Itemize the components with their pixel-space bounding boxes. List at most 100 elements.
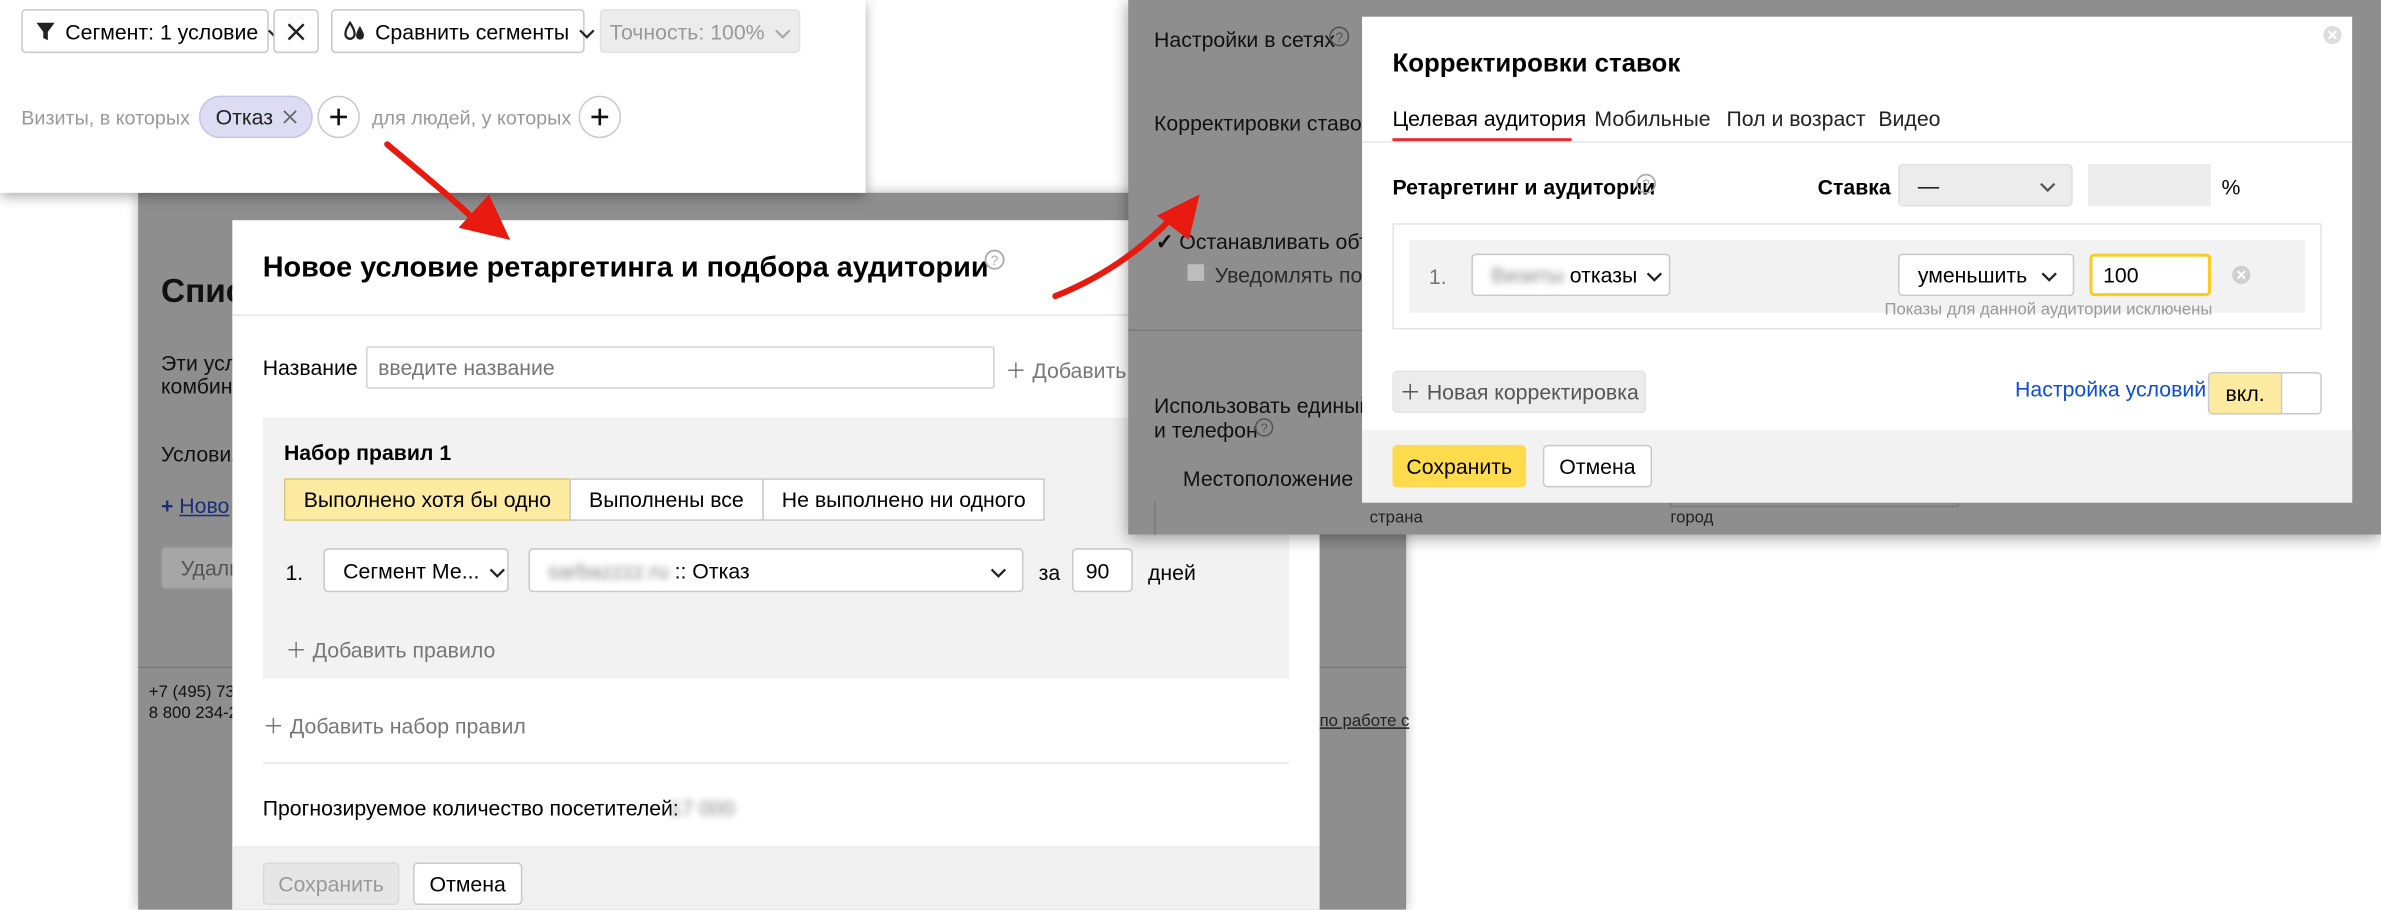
cancel-button[interactable]: Отмена [1542,444,1653,488]
dialog-title: Корректировки ставок [1392,48,1681,78]
clear-segment-button[interactable] [273,9,319,54]
name-input[interactable] [365,346,995,389]
remove-icon[interactable] [2231,264,2252,285]
bid-select[interactable]: — [1898,163,2073,207]
option-none[interactable]: Не выполнено ни одного [761,478,1046,521]
compare-segments-label: Сравнить сегменты [375,18,570,44]
notify-label: Уведомлять по С [1214,262,1384,287]
new-condition-link-text: Ново [179,493,230,518]
accuracy-select[interactable]: Точность: 100% [599,9,801,54]
bid-adjust-label: Корректировки ставок [1154,110,1372,136]
save-button[interactable]: Сохранить [1392,444,1527,488]
save-button-disabled[interactable]: Сохранить [262,862,400,906]
filter-icon [35,20,56,41]
tabs-divider [1362,141,2353,143]
rule-goal-blurred: sarbazzzz.ru [548,558,669,583]
help-icon[interactable]: ? [1254,418,1274,438]
add-description-link[interactable]: ＋ Добавить [1005,355,1126,385]
location-frame [1154,501,1156,535]
ruleset-title: Набор правил 1 [283,440,452,465]
option-all[interactable]: Выполнены все [569,478,764,521]
days-label: дней [1147,560,1196,585]
help-icon[interactable]: ? [1635,173,1656,194]
help-icon[interactable]: ? [1329,26,1350,47]
audience-select[interactable]: Визиты отказы [1471,253,1671,297]
row-index: 1. [1428,264,1447,289]
chevron-down-icon [578,19,595,43]
rule-type-select[interactable]: Сегмент Ме... [323,548,509,593]
chevron-down-icon [2041,263,2058,287]
enable-toggle[interactable]: вкл. [2207,372,2322,415]
notify-checkbox[interactable] [1185,262,1206,283]
rule-goal-value: sarbazzzz.ru :: Отказ [548,558,750,582]
adjustment-row: 1. Визиты отказы уменьшить 100 Показы дл… [1409,239,2306,319]
help-icon[interactable]: ? [984,249,1005,270]
single-contact-line1: Использовать единый [1154,393,1372,418]
tab-mobile[interactable]: Мобильные [1594,106,1710,130]
add-ruleset-text: Добавить набор правил [289,713,526,738]
rule-goal-select[interactable]: sarbazzzz.ru :: Отказ [528,548,1024,593]
add-rule-link[interactable]: ＋ Добавить правило [285,635,495,665]
tab-target-audience[interactable]: Целевая аудитория [1392,106,1586,130]
plus-icon [591,108,609,126]
dialog-footer: Сохранить Отмена [232,845,1320,910]
name-label: Название [262,355,358,380]
conditions-label: Условия [160,441,243,467]
add-ruleset-link[interactable]: ＋ Добавить набор правил [263,711,526,741]
toggle-on-label: вкл. [2209,373,2281,414]
new-adjustment-label: Новая корректировка [1426,379,1639,404]
plus-icon [330,108,348,126]
stop-label: Останавливать объ [1179,229,1373,254]
add-people-condition-button[interactable] [578,95,622,139]
tab-gender-age[interactable]: Пол и возраст [1727,106,1866,130]
action-select[interactable]: уменьшить [1898,253,2075,297]
bid-adjustments-dialog: Корректировки ставок Целевая аудитория М… [1362,16,2353,503]
bid-select-value: — [1917,173,1940,198]
tab-video[interactable]: Видео [1878,106,1940,130]
close-icon [287,22,305,40]
for-label: за [1038,560,1061,585]
bid-label: Ставка [1817,174,1891,199]
drops-icon [343,20,367,41]
rule-goal-suffix: :: Отказ [674,558,750,583]
audience-value: Визиты отказы [1491,263,1637,287]
condition-chip[interactable]: Отказ [198,95,313,139]
people-label: для людей, у которых [372,106,572,130]
svg-text:?: ? [1336,30,1344,45]
close-icon[interactable] [282,109,297,124]
add-rule-text: Добавить правило [312,637,496,663]
match-mode-group: Выполнено хотя бы одно Выполнены все Не … [283,478,1046,521]
cancel-button[interactable]: Отмена [413,862,523,906]
location-label: Местоположение [1182,466,1354,491]
adjustment-hint: Показы для данной аудитории исключены [1884,300,2213,319]
condition-settings-link[interactable]: Настройка условий [2015,377,2206,401]
days-input[interactable]: 90 [1072,548,1133,593]
rule-index: 1. [285,560,304,585]
plus-icon: ＋ [285,637,313,663]
new-adjustment-button[interactable]: ＋ Новая корректировка [1392,370,1647,414]
network-settings-label: Настройки в сетях [1154,27,1336,52]
close-icon[interactable] [2322,24,2343,45]
chip-label: Отказ [215,104,274,130]
adjustment-row-box: 1. Визиты отказы уменьшить 100 Показы дл… [1392,223,2322,330]
add-description-text: Добавить [1032,358,1127,383]
toggle-handle [2280,373,2321,414]
new-condition-link[interactable]: + Ново [161,494,229,518]
svg-text:?: ? [1261,421,1268,435]
forecast-divider [262,762,1290,764]
percent-sign: % [2221,174,2241,199]
adjustment-value-input[interactable]: 100 [2089,253,2211,297]
add-visit-condition-button[interactable] [317,95,360,139]
segment-select[interactable]: Сегмент: 1 условие [21,9,284,54]
dialog-title: Новое условие ретаргетинга и подбора ауд… [262,252,989,284]
audience-blurred: Визиты [1491,262,1564,287]
country-label: страна [1369,508,1423,527]
compare-segments-select[interactable]: Сравнить сегменты [331,9,595,54]
section-divider [1128,329,1363,332]
footer-link[interactable]: по работе с [1320,712,1410,730]
phone-1: +7 (495) 73 [148,683,235,702]
segment-select-label: Сегмент: 1 условие [65,18,259,44]
stop-checkbox-row[interactable]: ✓ Останавливать объ [1156,229,1373,255]
bid-percent-input[interactable] [2087,163,2211,207]
option-any[interactable]: Выполнено хотя бы одно [283,478,571,521]
